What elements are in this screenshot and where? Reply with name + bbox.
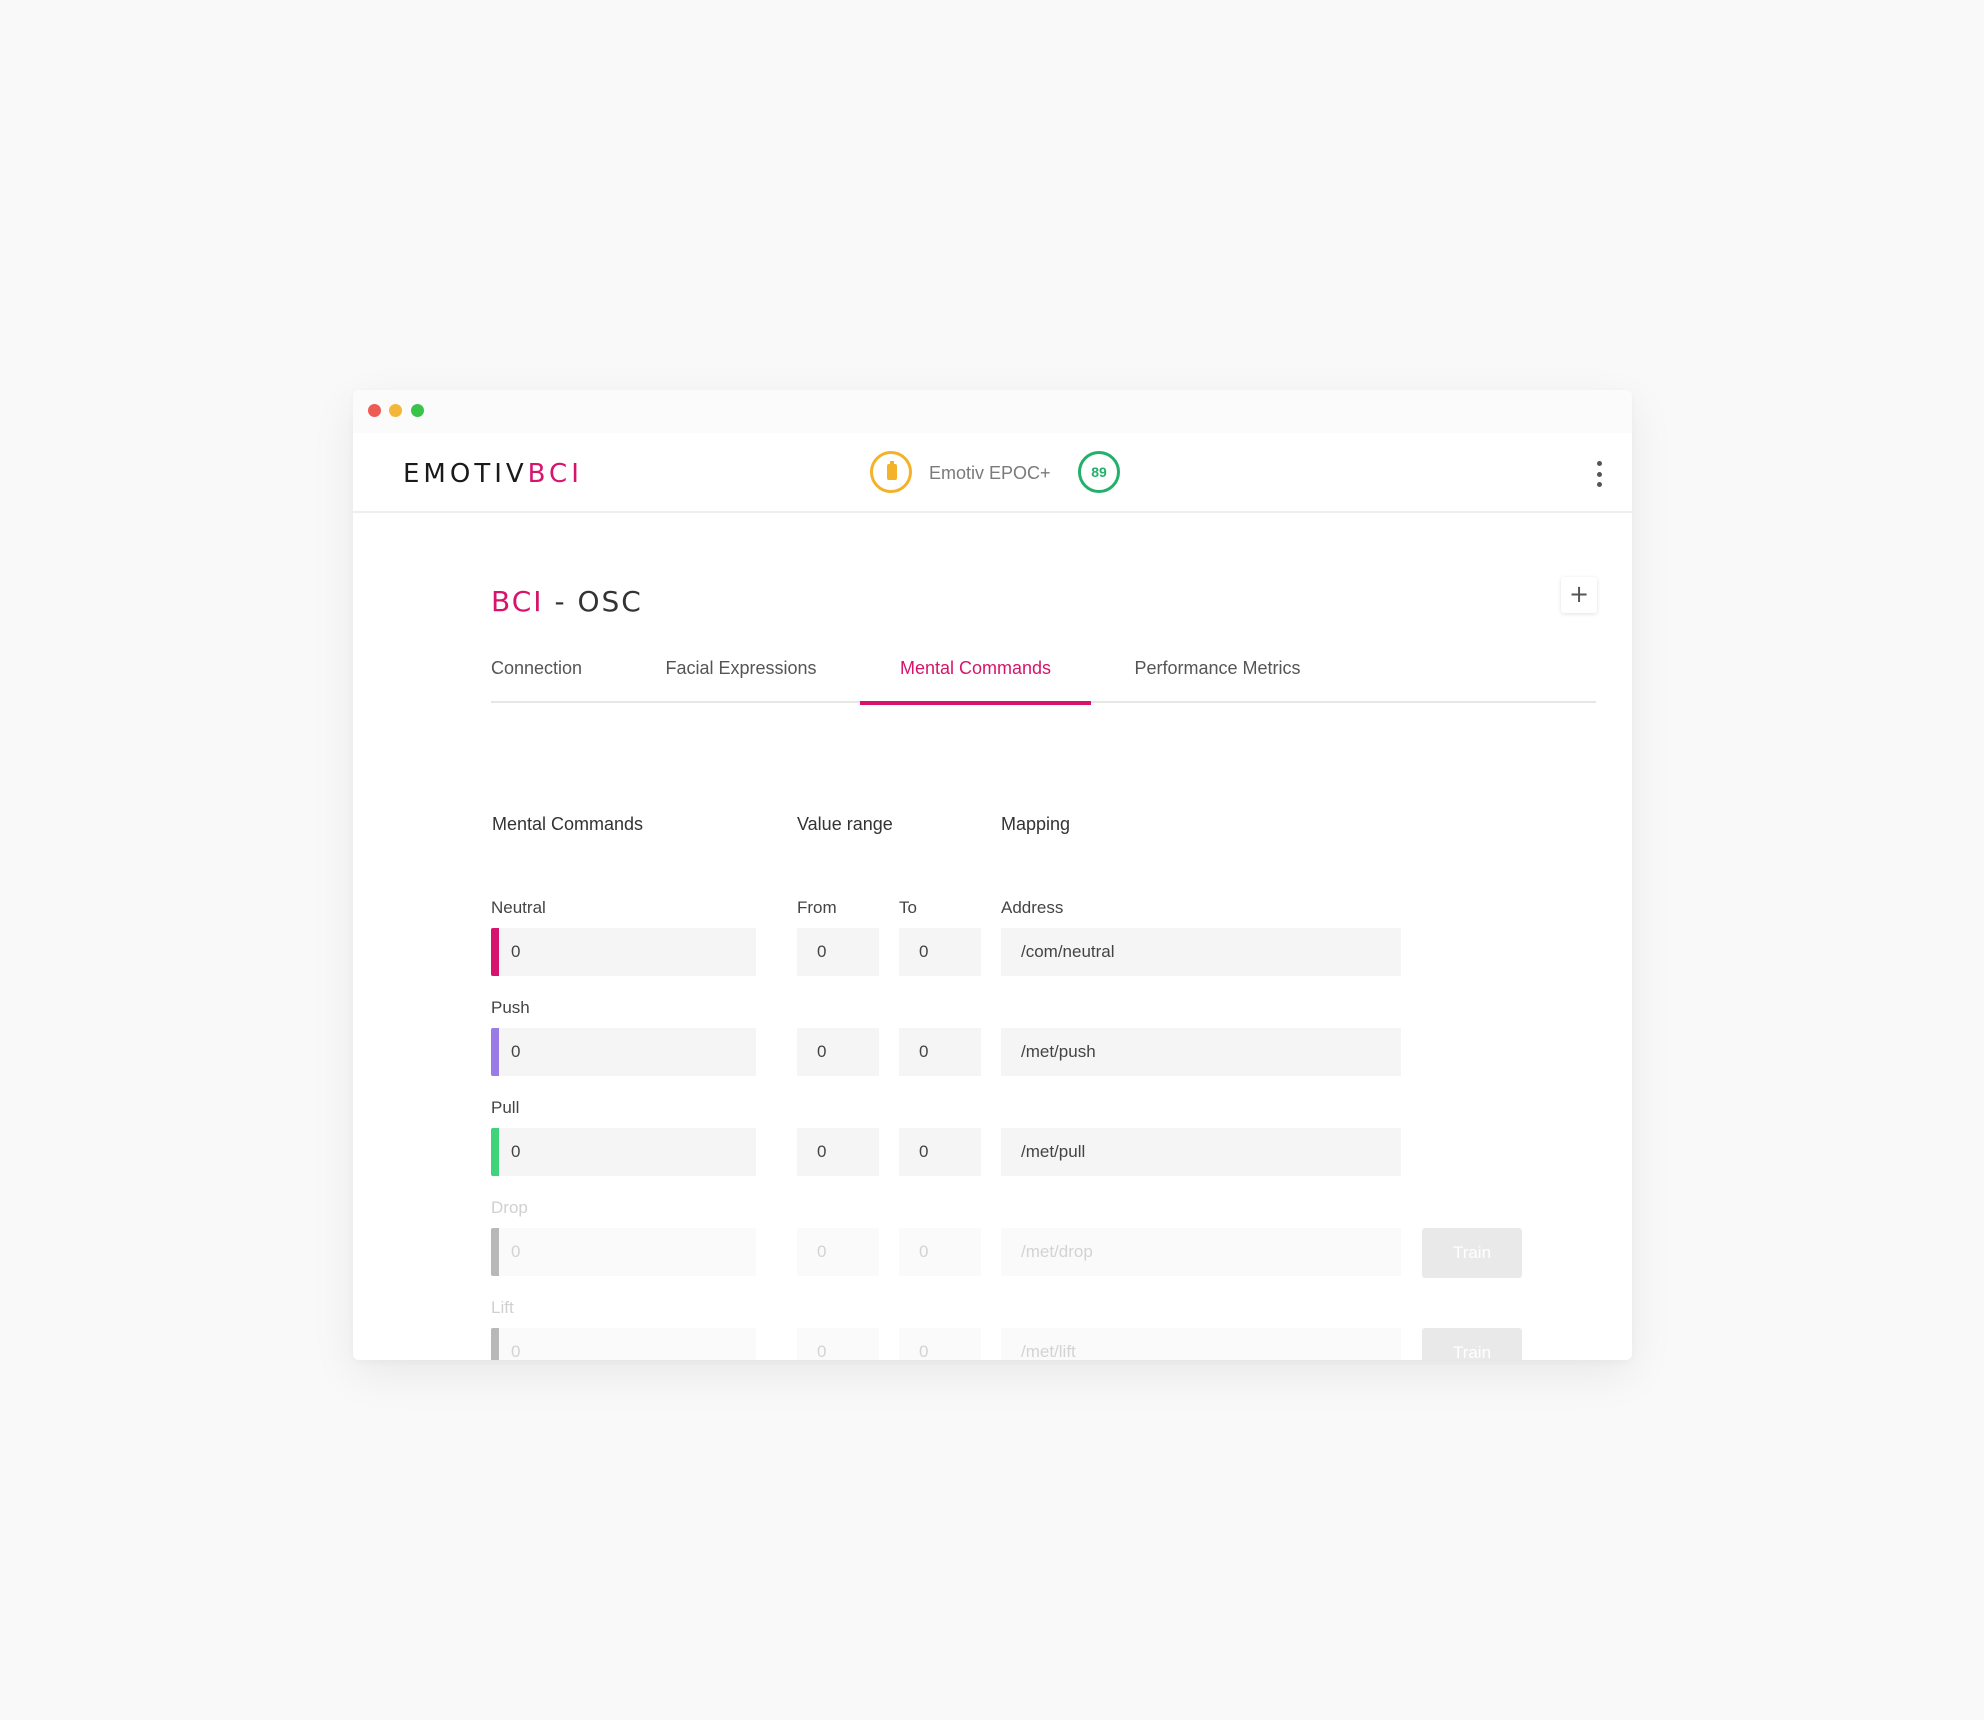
- command-label-drop: Drop: [491, 1198, 528, 1217]
- page-title: BCI - OSC: [491, 585, 643, 618]
- title-bar: [353, 390, 1632, 433]
- logo-text-emotiv: EMOTIV: [403, 459, 528, 489]
- range-to-pull[interactable]: 0: [899, 1128, 981, 1176]
- range-from-pull[interactable]: 0: [797, 1128, 879, 1176]
- command-color-bar-neutral: [491, 928, 499, 976]
- command-color-bar-lift: [491, 1328, 499, 1360]
- range-from-neutral[interactable]: 0: [797, 928, 879, 976]
- subheader-address: Address: [1001, 898, 1064, 917]
- battery-icon: [870, 451, 912, 493]
- address-lift: /met/lift: [1001, 1328, 1401, 1360]
- page-title-osc: OSC: [577, 585, 643, 618]
- command-label-neutral: Neutral: [491, 898, 546, 917]
- range-to-lift: 0: [899, 1328, 981, 1360]
- command-value-pull[interactable]: 0: [491, 1128, 756, 1176]
- range-from-lift: 0: [797, 1328, 879, 1360]
- emotiv-logo: EMOTIVBCI: [403, 459, 583, 489]
- address-neutral[interactable]: /com/neutral: [1001, 928, 1401, 976]
- address-drop: /met/drop: [1001, 1228, 1401, 1276]
- tab-mental-commands[interactable]: Mental Commands: [860, 655, 1091, 705]
- header-mental-commands: Mental Commands: [492, 814, 644, 834]
- range-from-drop: 0: [797, 1228, 879, 1276]
- command-value-drop: 0: [491, 1228, 756, 1276]
- range-to-drop: 0: [899, 1228, 981, 1276]
- header-mapping: Mapping: [1001, 814, 1071, 834]
- command-value-neutral[interactable]: 0: [491, 928, 756, 976]
- range-to-neutral[interactable]: 0: [899, 928, 981, 976]
- maximize-window-button[interactable]: [411, 404, 424, 417]
- address-push[interactable]: /met/push: [1001, 1028, 1401, 1076]
- command-value-lift: 0: [491, 1328, 756, 1360]
- command-label-push: Push: [491, 998, 530, 1017]
- command-color-bar-pull: [491, 1128, 499, 1176]
- subheader-to: To: [899, 898, 917, 917]
- page-title-bci: BCI: [491, 585, 544, 618]
- header-value-range: Value range: [797, 814, 893, 834]
- command-label-pull: Pull: [491, 1098, 520, 1117]
- signal-quality-badge: 89: [1078, 451, 1120, 493]
- page-title-separator: -: [554, 585, 567, 618]
- command-color-bar-push: [491, 1028, 499, 1076]
- command-value-push[interactable]: 0: [491, 1028, 756, 1076]
- minimize-window-button[interactable]: [389, 404, 402, 417]
- tab-bar: Connection Facial Expressions Mental Com…: [491, 655, 1596, 705]
- kebab-menu-icon[interactable]: [1589, 461, 1609, 487]
- subheader-from: From: [797, 898, 837, 917]
- address-pull[interactable]: /met/pull: [1001, 1128, 1401, 1176]
- command-label-lift: Lift: [491, 1298, 514, 1317]
- app-header: EMOTIVBCI Emotiv EPOC+ 89: [353, 433, 1632, 513]
- tab-performance-metrics[interactable]: Performance Metrics: [1108, 655, 1327, 703]
- range-to-push[interactable]: 0: [899, 1028, 981, 1076]
- close-window-button[interactable]: [368, 404, 381, 417]
- logo-text-bci: BCI: [527, 459, 583, 489]
- tab-connection[interactable]: Connection: [491, 655, 593, 703]
- train-button-lift[interactable]: Train: [1422, 1328, 1522, 1360]
- train-button-drop[interactable]: Train: [1422, 1228, 1522, 1278]
- range-from-push[interactable]: 0: [797, 1028, 879, 1076]
- command-color-bar-drop: [491, 1228, 499, 1276]
- add-button[interactable]: +: [1561, 577, 1597, 613]
- app-window: EMOTIVBCI Emotiv EPOC+ 89 BCI - OSC + Co…: [353, 390, 1632, 1360]
- device-name[interactable]: Emotiv EPOC+: [929, 463, 1051, 484]
- tab-facial-expressions[interactable]: Facial Expressions: [641, 655, 841, 703]
